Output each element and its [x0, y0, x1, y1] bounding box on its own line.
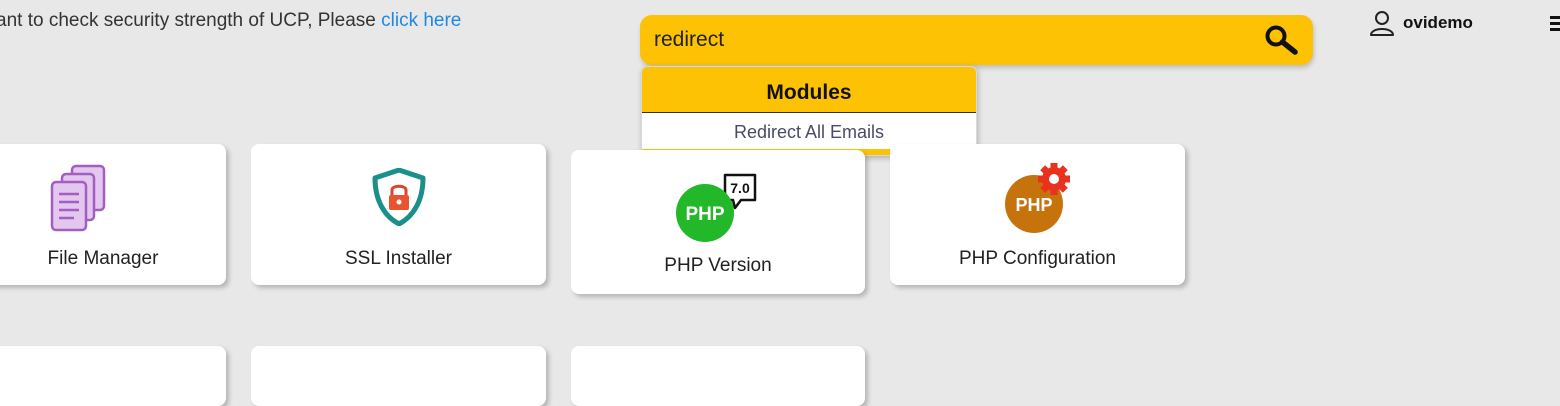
ssl-shield-icon	[372, 168, 426, 226]
file-manager-icon	[50, 164, 106, 232]
search-icon	[1265, 25, 1298, 55]
php-version-icon: 7.0 PHP	[676, 173, 757, 242]
user-menu[interactable]: ovidemo	[1369, 10, 1473, 36]
card-label-php-version: PHP Version	[664, 255, 772, 276]
user-icon	[1370, 11, 1394, 36]
card-label-php-configuration: PHP Configuration	[958, 248, 1117, 269]
hamburger-menu-icon[interactable]	[1550, 16, 1560, 32]
php-version-icon-text: PHP	[685, 204, 724, 225]
card-label-ssl-installer: SSL Installer	[344, 248, 452, 269]
click-here-link[interactable]: click here	[381, 10, 461, 31]
card-ssl-installer[interactable]: SSL Installer	[251, 144, 546, 285]
search-input[interactable]	[654, 23, 1234, 57]
card-file-manager[interactable]: File Manager	[0, 144, 226, 285]
username: ovidemo	[1403, 13, 1473, 32]
dropdown-section-title: Modules	[642, 67, 976, 113]
search-suggestions-dropdown: Modules Redirect All Emails	[641, 66, 977, 156]
php-version-badge: 7.0	[730, 180, 750, 196]
card-php-version[interactable]: 7.0 PHP PHP Version	[571, 150, 865, 294]
card-php-configuration[interactable]: PHP PHP Configuration	[890, 144, 1185, 285]
search-bar	[640, 15, 1313, 65]
card-row2-3[interactable]	[571, 346, 865, 406]
search-button[interactable]	[1263, 24, 1299, 56]
security-notice-text: ant to check security strength of UCP, P…	[0, 10, 382, 31]
php-configuration-icon-text: PHP	[1015, 195, 1052, 215]
card-label-file-manager: File Manager	[47, 248, 159, 269]
card-row2-2[interactable]	[251, 346, 546, 406]
php-configuration-icon: PHP	[1005, 163, 1070, 233]
security-notice: ant to check security strength of UCP, P…	[0, 10, 461, 32]
card-row2-1[interactable]	[0, 346, 226, 406]
